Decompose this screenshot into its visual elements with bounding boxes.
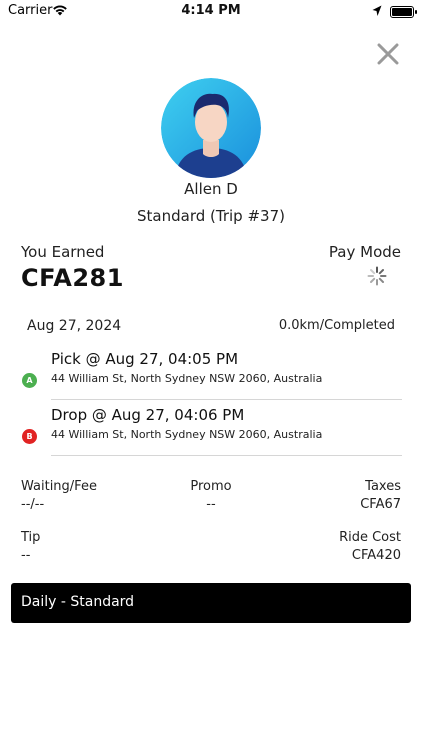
ride-cost-label: Ride Cost	[339, 530, 401, 545]
pickup-marker-icon: A	[22, 373, 37, 388]
divider	[51, 455, 402, 456]
clock-time: 4:14 PM	[181, 3, 241, 18]
waiting-fee-value: --/--	[21, 497, 45, 512]
promo-label: Promo	[190, 479, 232, 494]
trip-subtitle: Standard (Trip #37)	[137, 207, 285, 225]
battery-icon	[390, 6, 417, 18]
pay-mode-label: Pay Mode	[328, 243, 401, 261]
taxes-label: Taxes	[365, 479, 401, 494]
trip-distance-status: 0.0km/Completed	[278, 318, 395, 333]
pickup-address: 44 William St, North Sydney NSW 2060, Au…	[51, 372, 323, 385]
promo-value: --	[206, 497, 216, 512]
close-icon[interactable]	[376, 42, 400, 66]
trip-date: Aug 27, 2024	[27, 318, 122, 334]
taxes-value: CFA67	[360, 497, 401, 512]
location-arrow-icon	[372, 5, 382, 16]
ride-cost-value: CFA420	[351, 548, 401, 563]
dropoff-address: 44 William St, North Sydney NSW 2060, Au…	[51, 428, 323, 441]
dropoff-title: Drop @ Aug 27, 04:06 PM	[51, 406, 245, 424]
avatar	[161, 78, 261, 178]
dropoff-marker-icon: B	[22, 429, 37, 444]
status-bar: Carrier 4:14 PM	[0, 0, 422, 24]
tip-value: --	[21, 548, 31, 563]
earned-amount: CFA281	[21, 264, 124, 292]
driver-name: Allen D	[184, 180, 238, 198]
divider	[51, 399, 402, 400]
waiting-fee-label: Waiting/Fee	[21, 479, 97, 494]
pickup-title: Pick @ Aug 27, 04:05 PM	[51, 350, 239, 368]
plan-bar[interactable]: Daily - Standard	[11, 583, 411, 623]
plan-label: Daily - Standard	[21, 594, 135, 610]
tip-label: Tip	[21, 530, 41, 545]
loading-spinner-icon	[367, 266, 387, 286]
earned-label: You Earned	[21, 243, 105, 261]
